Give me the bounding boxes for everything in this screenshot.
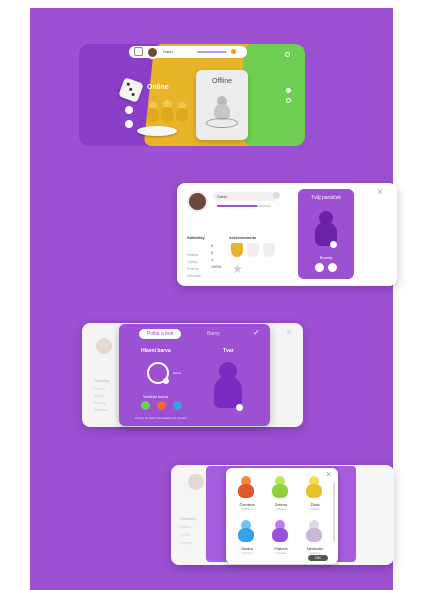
- pawn-sub: Vybráno: [275, 551, 287, 555]
- pawn-option[interactable]: Červená Vybráno: [230, 474, 264, 514]
- coin-icon: [231, 49, 236, 54]
- online-label: Online: [147, 84, 169, 91]
- close-icon[interactable]: ×: [286, 328, 292, 338]
- footnote: Změny se uloží automaticky po zavření: [135, 416, 188, 420]
- check-icon: [163, 378, 169, 384]
- offline-card[interactable]: Offline: [196, 70, 248, 140]
- profile-icon[interactable]: [134, 47, 143, 56]
- side-label: Prohry: [180, 540, 192, 545]
- pawn-sub: Vybráno: [309, 507, 321, 511]
- xp-bar: [197, 51, 227, 53]
- stat-value: 1: [211, 257, 214, 262]
- pawn-sub: Vybráno: [275, 507, 287, 511]
- stat-value: 3: [211, 250, 214, 255]
- bounty-button-1[interactable]: [315, 263, 324, 272]
- pawn-card[interactable]: Tvůj panáček Bounty: [298, 189, 354, 279]
- green-section: [243, 44, 305, 146]
- side-label: Hráno: [180, 524, 191, 529]
- scrollbar[interactable]: [333, 482, 335, 542]
- side-label: Statistiky: [94, 378, 111, 383]
- ok-button-label: OK: [315, 555, 321, 560]
- gold-pawns-icon: [145, 100, 195, 126]
- xp-bar-rest: [257, 205, 271, 207]
- stat-value: 100%: [211, 264, 222, 269]
- pawn-option[interactable]: Zelená Vybráno: [264, 474, 298, 514]
- customize-modal: Pošta a boti Barvy ✓ Hlavní barva Tvar b…: [119, 324, 270, 426]
- ok-button[interactable]: OK: [308, 555, 328, 561]
- tab-active[interactable]: Pošta a boti: [139, 329, 181, 339]
- pawn-body-icon: [306, 484, 322, 498]
- share-icon[interactable]: [285, 52, 290, 57]
- badge-gold: [231, 243, 243, 257]
- stats-list: Hráno 4 Výhry 3 Prohry 1 Winrate 100%: [187, 243, 227, 278]
- xp-bar: [217, 205, 257, 207]
- profile-panel: Gabri Statistiky Achievements Hráno 4 Výh…: [177, 183, 397, 286]
- bounty-label: Bounty: [319, 255, 333, 260]
- stat-label: Winrate: [187, 273, 201, 278]
- confirm-icon[interactable]: ✓: [253, 328, 260, 337]
- close-icon[interactable]: ×: [377, 188, 383, 198]
- badge-empty: [247, 243, 259, 257]
- spiral-icon: [206, 118, 238, 128]
- player-name: Gabri: [217, 194, 227, 199]
- info-icon[interactable]: [286, 98, 291, 103]
- star-icon: ★: [232, 262, 243, 276]
- pawn-card-title: Tvůj panáček: [311, 195, 341, 201]
- pawn-body-icon: [238, 528, 254, 542]
- check-icon: [236, 404, 243, 411]
- secondary-color-title: Vedlejší barva: [143, 394, 169, 399]
- avatar: [96, 338, 112, 354]
- tab-active-label: Pošta a boti: [146, 331, 174, 337]
- left-menu-button-2[interactable]: [125, 120, 133, 128]
- pawn-body-icon: [306, 528, 322, 542]
- side-label: Winrate: [94, 407, 108, 412]
- side-panel-blur: Statistiky Hráno Výhry Prohry Winrate: [92, 330, 122, 420]
- pawn-sub: Vybráno: [241, 551, 253, 555]
- player-name: Gabri: [163, 49, 173, 54]
- avatar[interactable]: [146, 46, 159, 59]
- side-label: Výhry: [94, 393, 105, 398]
- tab-other[interactable]: Barvy: [207, 331, 220, 337]
- settings-icon[interactable]: [286, 88, 291, 93]
- avatar[interactable]: [187, 191, 208, 212]
- edit-icon[interactable]: [273, 192, 280, 199]
- dial-value: barva: [173, 371, 181, 375]
- main-color-title: Hlavní barva: [141, 348, 171, 354]
- stat-value: 4: [211, 243, 214, 248]
- pawn-body-icon: [272, 484, 288, 498]
- bounty-button-2[interactable]: [328, 263, 337, 272]
- pawn-sub: Vybráno: [241, 507, 253, 511]
- side-label: Statistiky: [180, 516, 197, 521]
- offline-label: Offline: [211, 78, 233, 85]
- pawn-body-icon: [272, 528, 288, 542]
- achievements-title: Achievements: [229, 235, 257, 240]
- side-label: Prohry: [94, 400, 106, 405]
- pawn-picker-modal: × Červená Vybráno Zelená Vybráno Žlutá V…: [226, 468, 338, 564]
- pawn-option[interactable]: Žlutá Vybráno: [298, 474, 332, 514]
- main-menu-panel: Offline Gabri Online: [79, 40, 305, 146]
- side-label: Výhry: [180, 532, 191, 537]
- badge-empty: [263, 243, 275, 257]
- stats-title: Statistiky: [187, 235, 205, 240]
- pawn-option[interactable]: Modrá Vybráno: [230, 518, 264, 558]
- pawn-option[interactable]: Neutrální Vybráno: [298, 518, 332, 558]
- left-menu-button-1[interactable]: [125, 106, 133, 114]
- color-swatch-orange[interactable]: [157, 401, 166, 410]
- avatar: [188, 474, 204, 490]
- shape-title: Tvar: [223, 348, 234, 354]
- color-swatch-green[interactable]: [141, 401, 150, 410]
- pawn-body-icon: [238, 484, 254, 498]
- coins-stack-icon: [137, 126, 177, 136]
- check-icon: [330, 241, 337, 248]
- color-swatch-blue[interactable]: [173, 401, 182, 410]
- side-label: Hráno: [94, 386, 105, 391]
- pawn-option[interactable]: Fialová Vybráno: [264, 518, 298, 558]
